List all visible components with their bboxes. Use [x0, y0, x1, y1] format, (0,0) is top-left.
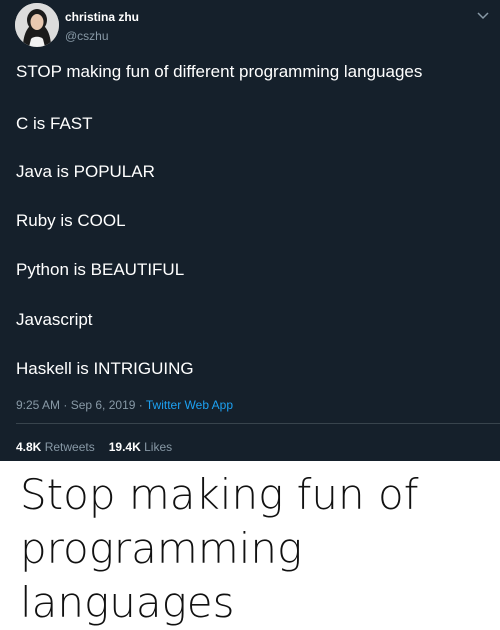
handle[interactable]: @cszhu [65, 29, 109, 43]
tweet-source-link[interactable]: Twitter Web App [146, 398, 233, 412]
retweets-stat[interactable]: 4.8K Retweets [16, 440, 95, 454]
divider [16, 423, 500, 424]
likes-label: Likes [144, 440, 173, 454]
likes-stat[interactable]: 19.4K Likes [109, 440, 172, 454]
tweet-text-line: STOP making fun of different programming… [16, 62, 423, 81]
tweet-text-line: C is FAST [16, 114, 93, 133]
tweet-text-line: Ruby is COOL [16, 211, 126, 230]
tweet-stats: 4.8K Retweets 19.4K Likes [16, 440, 172, 454]
tweet-text-line: Java is POPULAR [16, 162, 155, 181]
avatar-portrait-icon [15, 3, 59, 47]
avatar[interactable] [15, 3, 59, 47]
meme-caption: Stop making fun of programming languages [20, 470, 419, 627]
tweet-card: christina zhu @cszhu STOP making fun of … [0, 0, 500, 461]
likes-count: 19.4K [108, 440, 141, 454]
retweets-label: Retweets [44, 440, 95, 454]
chevron-down-icon[interactable] [476, 10, 490, 22]
display-name[interactable]: christina zhu [65, 10, 139, 24]
tweet-text-line: Python is BEAUTIFUL [16, 260, 185, 279]
tweet-text-line: Haskell is INTRIGUING [16, 359, 194, 378]
retweets-count: 4.8K [16, 440, 42, 454]
tweet-timestamp: 9:25 AM · Sep 6, 2019 · Twitter Web App [16, 398, 233, 412]
tweet-text-line: Javascript [16, 310, 93, 329]
tweet-time[interactable]: 9:25 AM · Sep 6, 2019 · [16, 398, 146, 412]
